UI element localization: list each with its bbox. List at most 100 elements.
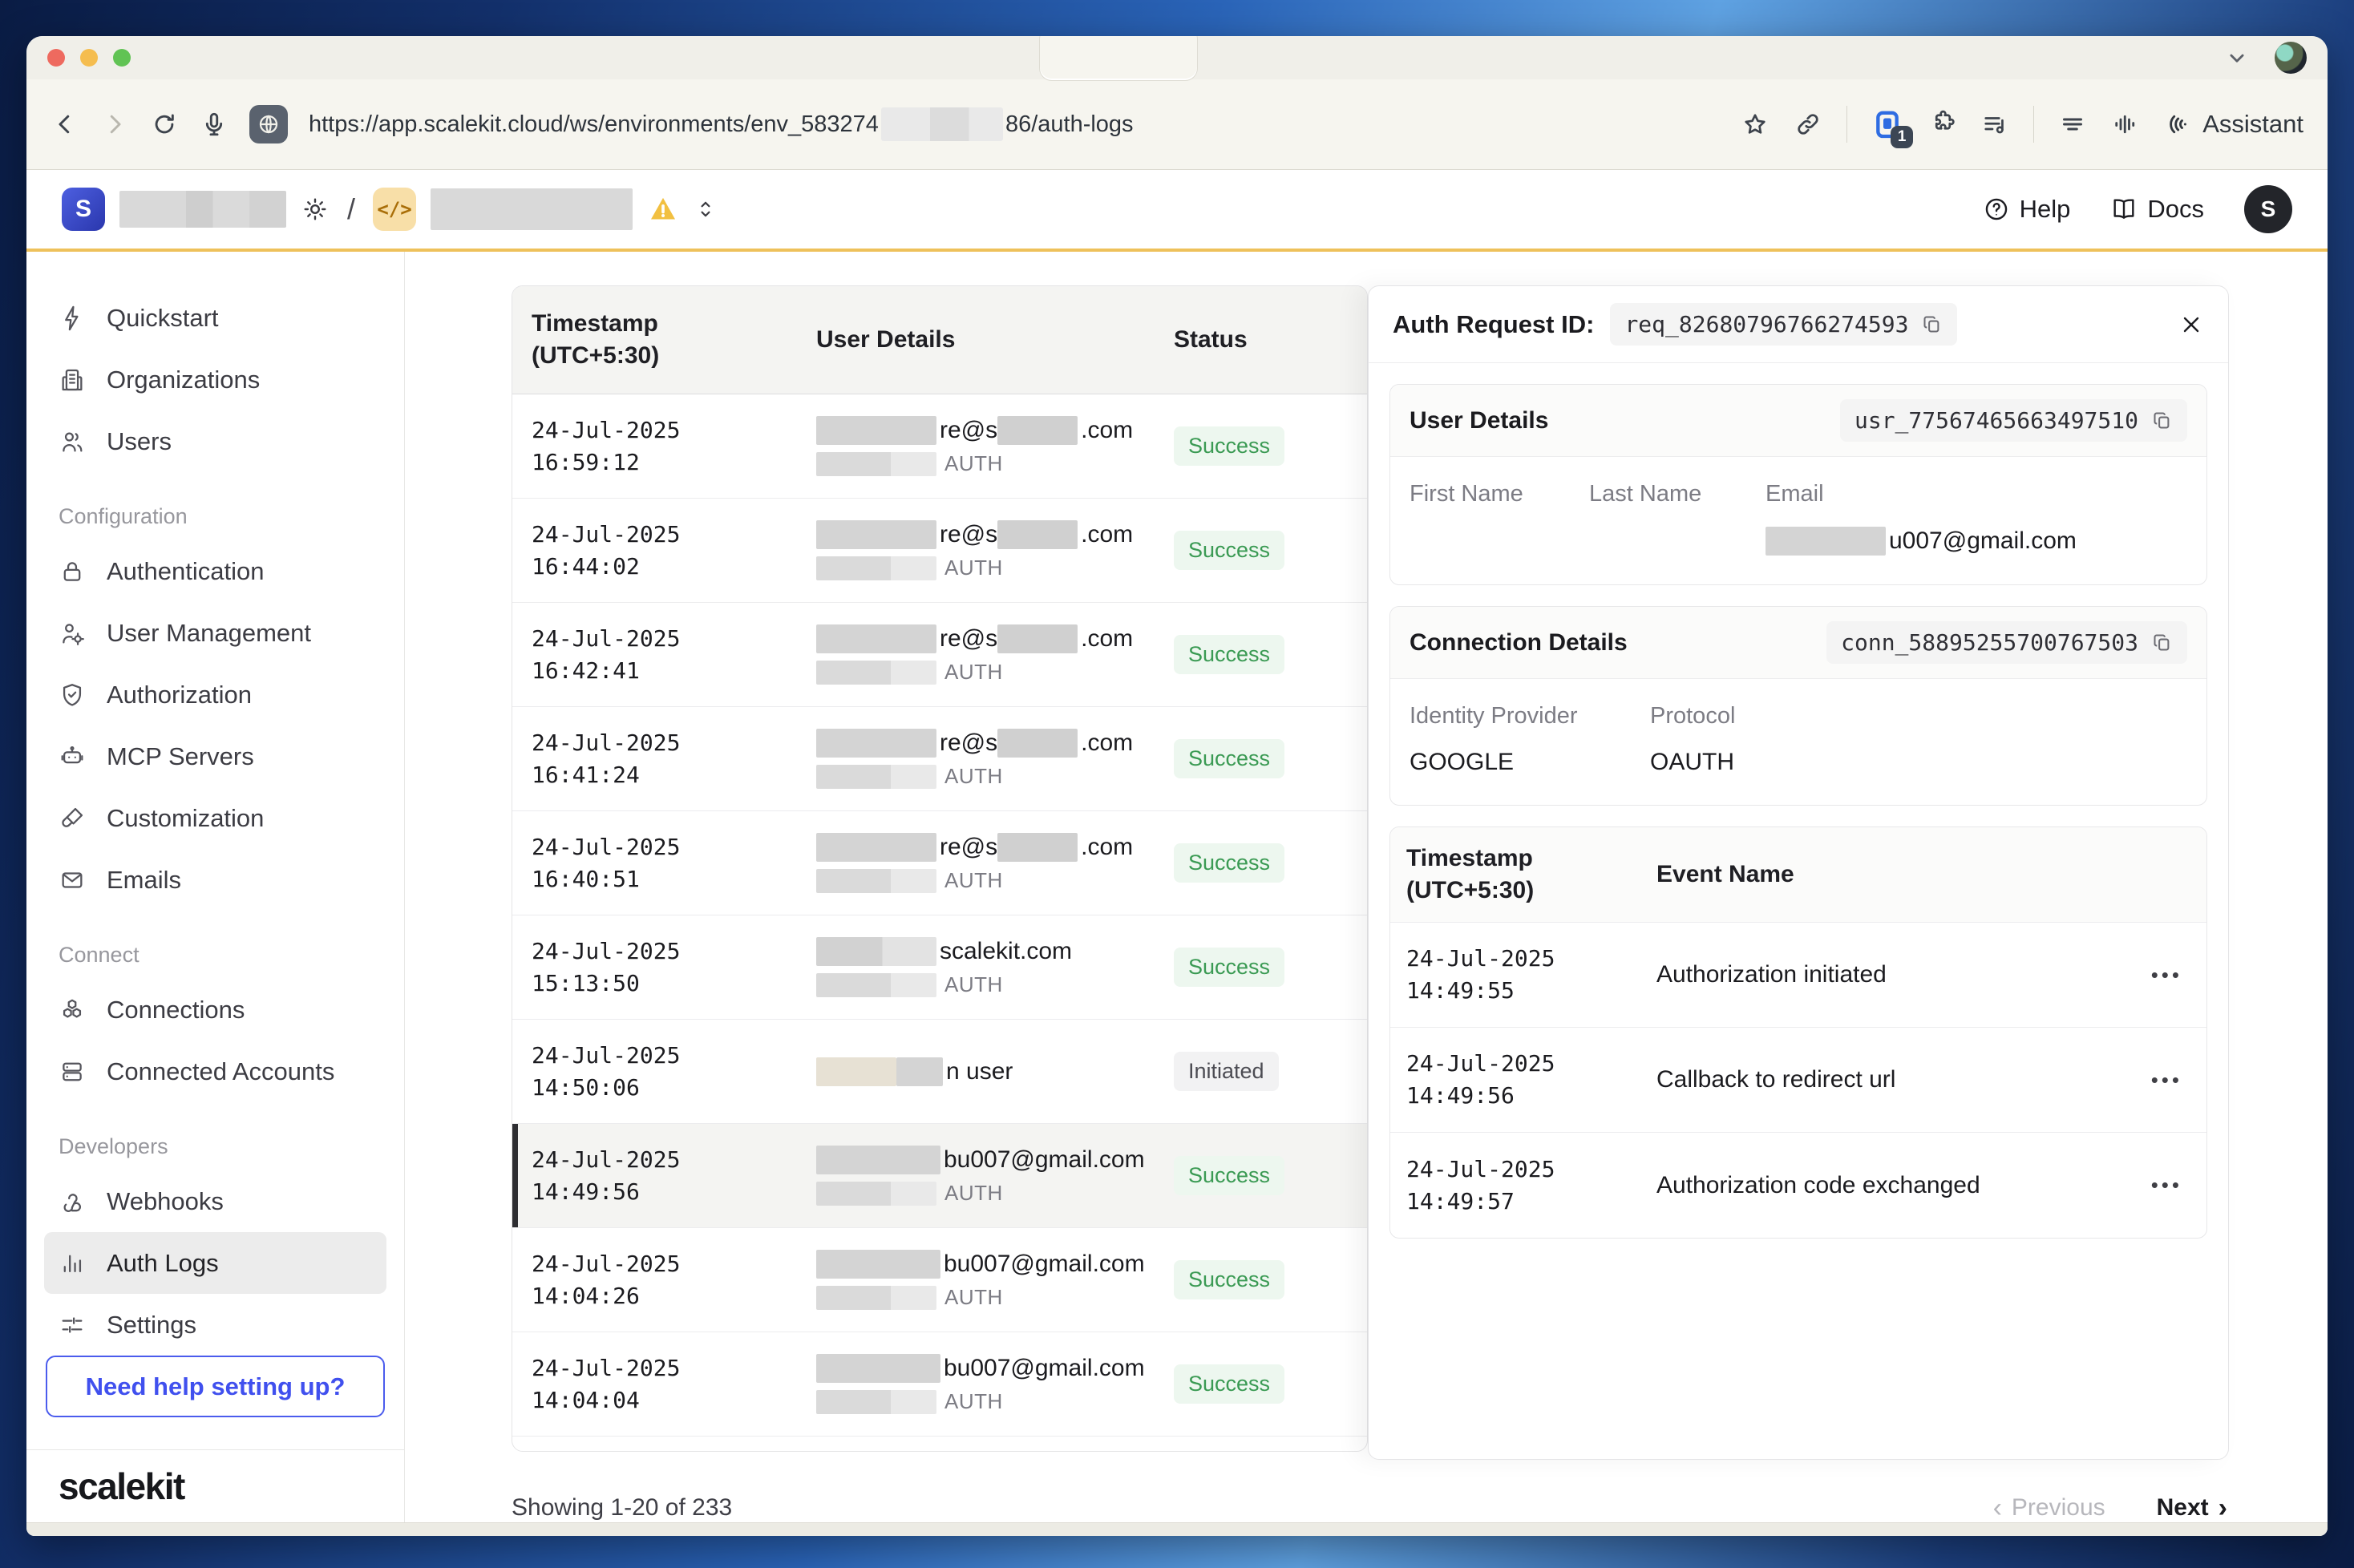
status-badge: Success bbox=[1174, 1260, 1284, 1299]
user-detail-text: bu007@gmail.com bbox=[944, 1251, 1145, 1278]
log-table-row[interactable]: 24-Jul-202514:50:06n userInitiated bbox=[512, 1020, 1367, 1124]
need-help-button[interactable]: Need help setting up? bbox=[46, 1356, 385, 1417]
log-table-row[interactable]: 24-Jul-202514:49:56bu007@gmail.comAUTHSu… bbox=[512, 1124, 1367, 1228]
user-detail-text: n user bbox=[946, 1058, 1013, 1085]
sidebar-item-webhooks[interactable]: Webhooks bbox=[44, 1170, 386, 1232]
sidebar-item-label: Authorization bbox=[107, 681, 252, 709]
user-id-chip[interactable]: usr_77567465663497510 bbox=[1840, 399, 2187, 442]
sidebar-item-user-management[interactable]: User Management bbox=[44, 602, 386, 664]
playlist-icon[interactable] bbox=[1980, 110, 2009, 139]
log-row-timestamp: 24-Jul-202516:59:12 bbox=[512, 414, 816, 479]
event-actions-menu-icon[interactable]: ••• bbox=[2118, 1068, 2206, 1093]
assistant-button[interactable]: Assistant bbox=[2164, 110, 2303, 139]
sidebar-item-settings[interactable]: Settings bbox=[44, 1294, 386, 1356]
sidebar-item-connections[interactable]: Connections bbox=[44, 979, 386, 1041]
user-detail-meta-text: AUTH bbox=[944, 972, 1003, 997]
toolbar-separator bbox=[1846, 106, 1847, 143]
docs-button[interactable]: Docs bbox=[2110, 195, 2204, 224]
copy-link-icon[interactable] bbox=[1794, 110, 1822, 139]
sidebar-item-emails[interactable]: Emails bbox=[44, 849, 386, 911]
back-icon[interactable] bbox=[51, 110, 79, 139]
email-value: u007@gmail.com bbox=[1766, 527, 2187, 556]
connection-id-chip[interactable]: conn_58895255700767503 bbox=[1826, 621, 2187, 664]
reload-icon[interactable] bbox=[150, 110, 179, 139]
user-detail-meta-text: AUTH bbox=[944, 868, 1003, 893]
log-table-row[interactable]: 24-Jul-202515:13:50scalekit.comAUTHSucce… bbox=[512, 915, 1367, 1020]
bolt-icon bbox=[59, 305, 86, 332]
sidebar-item-quickstart[interactable]: Quickstart bbox=[44, 287, 386, 349]
address-bar[interactable]: https://app.scalekit.cloud/ws/environmen… bbox=[309, 107, 1134, 141]
copy-icon[interactable] bbox=[2151, 632, 2173, 653]
sidebar-item-auth-logs[interactable]: Auth Logs bbox=[44, 1232, 386, 1294]
next-page-button[interactable]: Next› bbox=[2157, 1494, 2227, 1522]
reader-lines-icon[interactable] bbox=[2058, 110, 2087, 139]
sidebar-bars-icon[interactable] bbox=[2111, 110, 2140, 139]
event-name: Authorization initiated bbox=[1656, 961, 2118, 988]
status-badge: Success bbox=[1174, 635, 1284, 674]
close-icon[interactable] bbox=[2178, 312, 2204, 337]
log-table-row[interactable]: 24-Jul-202514:04:26bu007@gmail.comAUTHSu… bbox=[512, 1228, 1367, 1332]
sidebar-item-authentication[interactable]: Authentication bbox=[44, 540, 386, 602]
app-header: S / </> Help Docs S bbox=[26, 170, 2328, 252]
scalekit-logo: scalekit bbox=[59, 1465, 184, 1508]
zoom-window-button[interactable] bbox=[113, 49, 131, 67]
sidebar-item-organizations[interactable]: Organizations bbox=[44, 349, 386, 410]
sidebar-item-connected-accounts[interactable]: Connected Accounts bbox=[44, 1041, 386, 1102]
bookmark-star-icon[interactable] bbox=[1741, 110, 1770, 139]
sidebar-section-configuration: Configuration bbox=[59, 504, 404, 529]
minimize-window-button[interactable] bbox=[80, 49, 98, 67]
previous-page-button[interactable]: ‹Previous bbox=[1993, 1494, 2105, 1522]
password-manager-icon[interactable]: 1 bbox=[1871, 108, 1903, 140]
sidebar-item-customization[interactable]: Customization bbox=[44, 787, 386, 849]
sidebar-section-connect: Connect bbox=[59, 943, 404, 968]
user-detail-meta-redaction bbox=[816, 1390, 936, 1414]
user-detail-text: bu007@gmail.com bbox=[944, 1146, 1145, 1174]
log-table-row[interactable]: 24-Jul-202516:42:41re@s.comAUTHSuccess bbox=[512, 603, 1367, 707]
log-table-row[interactable]: 24-Jul-202516:59:12re@s.comAUTHSuccess bbox=[512, 394, 1367, 499]
extensions-puzzle-icon[interactable] bbox=[1927, 110, 1956, 139]
log-row-timestamp: 24-Jul-202516:44:02 bbox=[512, 519, 816, 583]
log-table-row[interactable]: 24-Jul-202516:44:02re@s.comAUTHSuccess bbox=[512, 499, 1367, 603]
help-button[interactable]: Help bbox=[1983, 195, 2071, 224]
log-table-row[interactable]: 24-Jul-202516:41:24re@s.comAUTHSuccess bbox=[512, 707, 1367, 811]
status-column-header: Status bbox=[1174, 324, 1367, 356]
workspace-settings-gear-icon[interactable] bbox=[301, 195, 330, 224]
sidebar-item-label: Quickstart bbox=[107, 304, 219, 333]
user-detail-redaction bbox=[816, 416, 936, 445]
copy-icon[interactable] bbox=[2151, 410, 2173, 431]
browser-profile-avatar[interactable] bbox=[2275, 42, 2307, 74]
sidebar-item-mcp-servers[interactable]: MCP Servers bbox=[44, 725, 386, 787]
copy-icon[interactable] bbox=[1921, 313, 1943, 335]
tab-pill[interactable] bbox=[1039, 36, 1198, 81]
sidebar-item-authorization[interactable]: Authorization bbox=[44, 664, 386, 725]
environment-chip-icon[interactable]: </> bbox=[373, 188, 416, 231]
close-window-button[interactable] bbox=[47, 49, 65, 67]
user-avatar[interactable]: S bbox=[2244, 185, 2292, 233]
user-details-card: User Details usr_77567465663497510 First… bbox=[1389, 384, 2207, 585]
forward-icon[interactable] bbox=[100, 110, 129, 139]
sidebar-item-users[interactable]: Users bbox=[44, 410, 386, 472]
traffic-lights bbox=[47, 49, 131, 67]
auth-request-id-chip[interactable]: req_82680796766274593 bbox=[1610, 303, 1957, 346]
user-detail-redaction bbox=[816, 1354, 940, 1383]
log-table-row[interactable]: 24-Jul-202514:04:04bu007@gmail.comAUTHSu… bbox=[512, 1332, 1367, 1437]
microphone-icon[interactable] bbox=[200, 110, 229, 139]
user-gear-icon bbox=[59, 620, 86, 647]
workspace-logo[interactable]: S bbox=[62, 188, 105, 231]
user-detail-meta-redaction bbox=[816, 869, 936, 893]
sidebar-item-label: Settings bbox=[107, 1311, 196, 1340]
environment-switcher-icon[interactable] bbox=[694, 196, 718, 223]
log-row-user-details: bu007@gmail.comAUTH bbox=[816, 1354, 1174, 1414]
event-actions-menu-icon[interactable]: ••• bbox=[2118, 1173, 2206, 1198]
log-row-user-details: re@s.comAUTH bbox=[816, 729, 1174, 789]
chevron-down-icon[interactable] bbox=[2223, 44, 2251, 71]
docs-label: Docs bbox=[2147, 195, 2204, 224]
sidebar-item-label: Authentication bbox=[107, 557, 264, 586]
sidebar-item-label: Connections bbox=[107, 996, 245, 1024]
browser-window: https://app.scalekit.cloud/ws/environmen… bbox=[26, 36, 2328, 1536]
event-actions-menu-icon[interactable]: ••• bbox=[2118, 963, 2206, 988]
user-detail-meta-text: AUTH bbox=[944, 1389, 1003, 1414]
log-row-user-details: bu007@gmail.comAUTH bbox=[816, 1146, 1174, 1206]
log-table-row[interactable]: 24-Jul-202516:40:51re@s.comAUTHSuccess bbox=[512, 811, 1367, 915]
user-detail-redaction bbox=[997, 729, 1078, 758]
